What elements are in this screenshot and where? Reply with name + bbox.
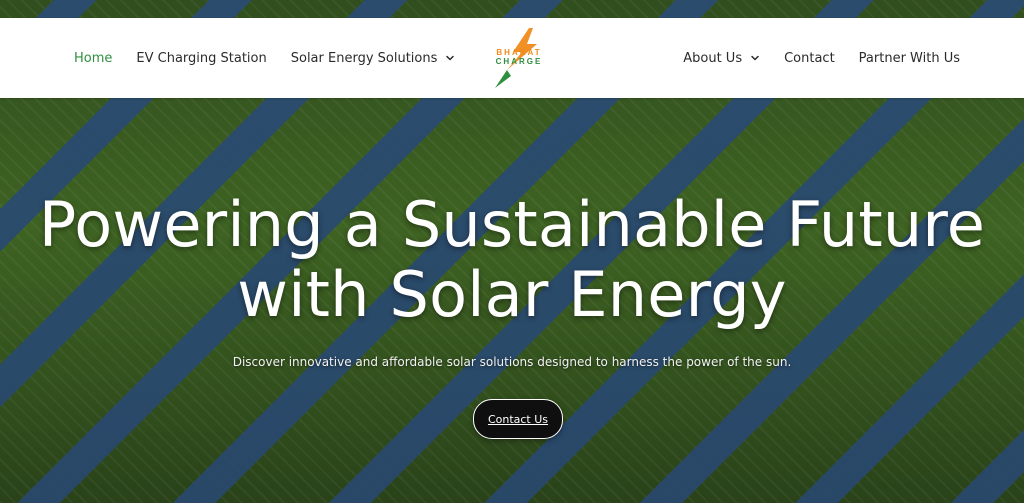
- hero-title: Powering a Sustainable Future with Solar…: [0, 190, 1024, 330]
- nav-solar-energy-solutions[interactable]: Solar Energy Solutions: [291, 52, 456, 65]
- nav-solar-energy-solutions-label: Solar Energy Solutions: [290, 50, 438, 66]
- nav-about-us[interactable]: About Us: [683, 52, 760, 65]
- nav-home[interactable]: Home: [74, 52, 112, 65]
- nav-ev-charging-station-label: EV Charging Station: [136, 50, 267, 66]
- nav-contact[interactable]: Contact: [784, 52, 835, 65]
- nav-about-us-label: About Us: [683, 50, 743, 66]
- chevron-down-icon: [751, 55, 759, 61]
- nav-home-label: Home: [74, 50, 113, 66]
- contact-us-button-label: Contact Us: [487, 412, 549, 426]
- nav-partner-with-us[interactable]: Partner With Us: [859, 52, 960, 65]
- nav-partner-with-us-label: Partner With Us: [858, 50, 960, 66]
- hero-title-line-1: Powering a Sustainable Future: [38, 188, 986, 261]
- hero-title-line-2: with Solar Energy: [237, 258, 787, 331]
- nav-contact-label: Contact: [784, 50, 835, 66]
- primary-nav-right: About Us Contact Partner With Us: [659, 18, 960, 98]
- contact-us-button[interactable]: Contact Us: [473, 399, 563, 439]
- hero-section: Powering a Sustainable Future with Solar…: [0, 190, 1024, 370]
- chevron-down-icon: [446, 55, 455, 61]
- nav-ev-charging-station[interactable]: EV Charging Station: [136, 52, 266, 65]
- hero-subtitle: Discover innovative and affordable solar…: [232, 355, 792, 369]
- logo-line2: CHARGE: [495, 57, 543, 66]
- site-header: Home EV Charging Station Solar Energy So…: [0, 18, 1024, 98]
- logo-line1: BHARAT: [496, 48, 542, 57]
- logo-text: BHARAT CHARGE: [489, 48, 549, 66]
- primary-nav-left: Home EV Charging Station Solar Energy So…: [74, 18, 479, 98]
- brand-logo[interactable]: BHARAT CHARGE: [489, 26, 549, 90]
